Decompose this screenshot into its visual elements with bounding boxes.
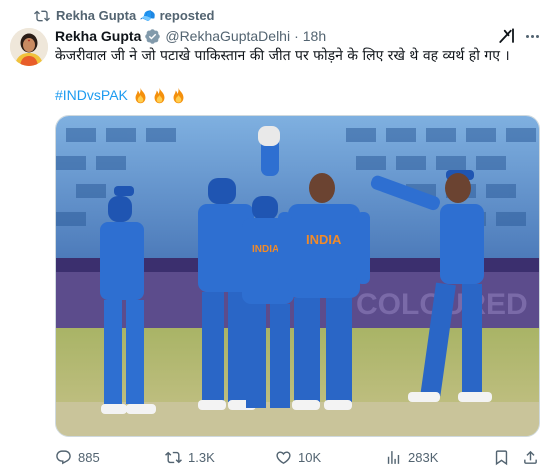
more-icon[interactable] — [522, 27, 542, 45]
repost-count: 1.3K — [188, 450, 215, 465]
avatar[interactable] — [10, 28, 48, 66]
action-bar: 885 1.3K 10K 283K — [55, 447, 540, 469]
heart-icon — [276, 451, 291, 464]
reply-count: 885 — [78, 450, 100, 465]
share-icon — [524, 450, 537, 464]
share-button[interactable] — [522, 449, 539, 466]
svg-text:INDIA: INDIA — [306, 232, 342, 247]
hashtag-link[interactable]: #INDvsPAK — [55, 87, 128, 103]
repost-label: Rekha Gupta 🧢 reposted — [56, 8, 215, 23]
reply-button[interactable]: 885 — [55, 449, 100, 466]
reply-icon — [56, 450, 71, 465]
like-count: 10K — [298, 450, 322, 465]
emoji-group — [132, 87, 187, 104]
repost-icon — [34, 10, 50, 22]
hashtag-line: #INDvsPAK — [55, 85, 187, 105]
bookmark-icon — [495, 450, 508, 466]
like-button[interactable]: 10K — [275, 449, 321, 466]
fire-icon — [135, 87, 146, 103]
bookmark-button[interactable] — [493, 449, 510, 466]
repost-icon — [165, 451, 182, 464]
separator: · — [294, 28, 299, 44]
svg-text:INDIA: INDIA — [252, 244, 279, 255]
fire-icon — [154, 87, 165, 103]
display-name[interactable]: Rekha Gupta — [55, 28, 141, 44]
tweet-header: Rekha Gupta @RekhaGuptaDelhi · 18h — [55, 27, 510, 45]
verified-badge-icon — [145, 28, 161, 44]
repost-indicator[interactable]: Rekha Gupta 🧢 reposted — [34, 7, 215, 25]
repost-button[interactable]: 1.3K — [165, 449, 215, 466]
grok-icon[interactable] — [498, 27, 516, 45]
timestamp[interactable]: 18h — [303, 28, 326, 44]
tweet-text: केजरीवाल जी ने जो पटाखे पाकिस्तान की जीत… — [55, 48, 510, 64]
tweet-photo[interactable]: COLOURED INDIA — [55, 115, 540, 437]
handle[interactable]: @RekhaGuptaDelhi — [165, 28, 290, 44]
fire-icon — [173, 87, 184, 103]
views-count: 283K — [408, 450, 439, 465]
analytics-icon — [387, 451, 400, 464]
views-button[interactable]: 283K — [385, 449, 438, 466]
